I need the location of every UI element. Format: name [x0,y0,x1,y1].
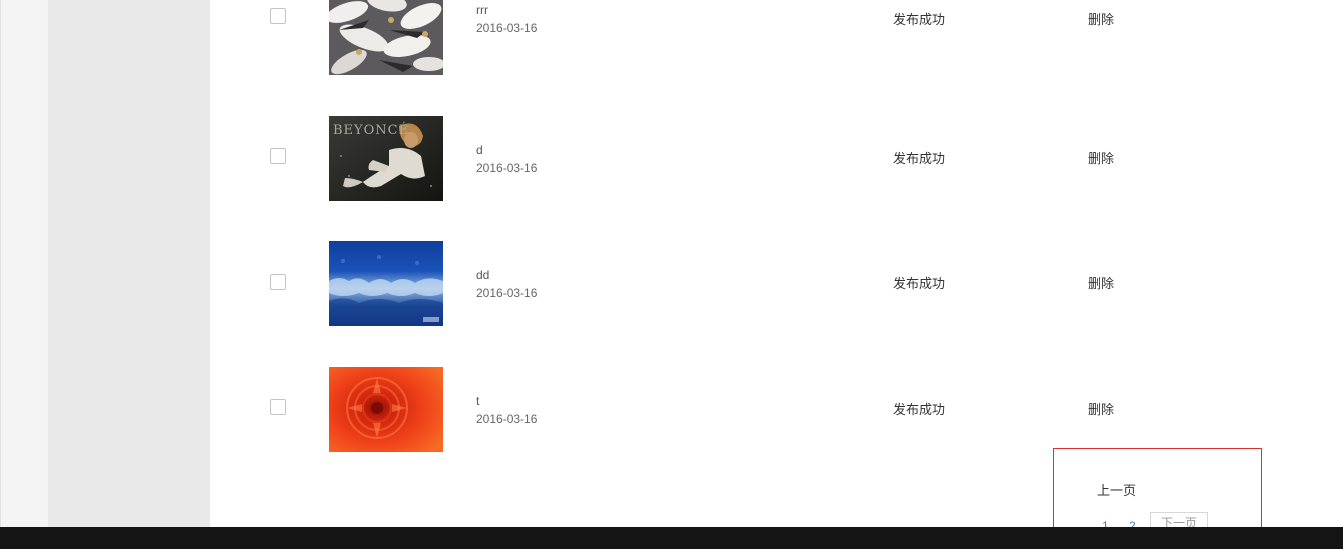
bottom-bar [0,527,1343,549]
post-status: 发布成功 [893,276,946,291]
post-status: 发布成功 [893,402,946,417]
row-select-checkbox[interactable] [270,148,286,164]
delete-link[interactable]: 删除 [1088,276,1114,292]
left-rail [0,0,48,527]
list-item: rrr 2016-03-16 发布成功 删除 [210,0,1343,76]
blue-forest-image [329,241,443,326]
post-thumbnail-beyonce[interactable]: BEYONCÉ [329,116,443,201]
post-date: 2016-03-16 [476,161,538,175]
post-title: dd [476,268,490,282]
post-thumbnail-red-flower[interactable] [329,367,443,452]
list-item: t 2016-03-16 发布成功 删除 [210,367,1343,453]
post-date: 2016-03-16 [476,286,538,300]
beyonce-image: BEYONCÉ [329,116,443,201]
sidebar [48,0,210,527]
post-status: 发布成功 [893,151,946,166]
post-date: 2016-03-16 [476,412,538,426]
birds-image [329,0,443,75]
delete-link[interactable]: 删除 [1088,402,1114,418]
post-thumbnail-birds[interactable] [329,0,443,75]
delete-link[interactable]: 删除 [1088,151,1114,167]
row-select-checkbox[interactable] [270,399,286,415]
row-select-checkbox[interactable] [270,274,286,290]
list-item: dd 2016-03-16 发布成功 删除 [210,241,1343,327]
post-title: t [476,394,480,408]
row-select-checkbox[interactable] [270,8,286,24]
post-title: d [476,143,483,157]
post-date: 2016-03-16 [476,21,538,35]
thumbnail-caption: BEYONCÉ [333,122,409,138]
post-status: 发布成功 [893,12,946,27]
post-title: rrr [476,3,488,17]
pagination-highlight-box [1053,448,1262,533]
post-thumbnail-blue-forest[interactable] [329,241,443,326]
delete-link[interactable]: 删除 [1088,12,1114,28]
red-flower-image [329,367,443,452]
list-item: BEYONCÉ d 2016-03-16 发布成功 删除 [210,116,1343,202]
